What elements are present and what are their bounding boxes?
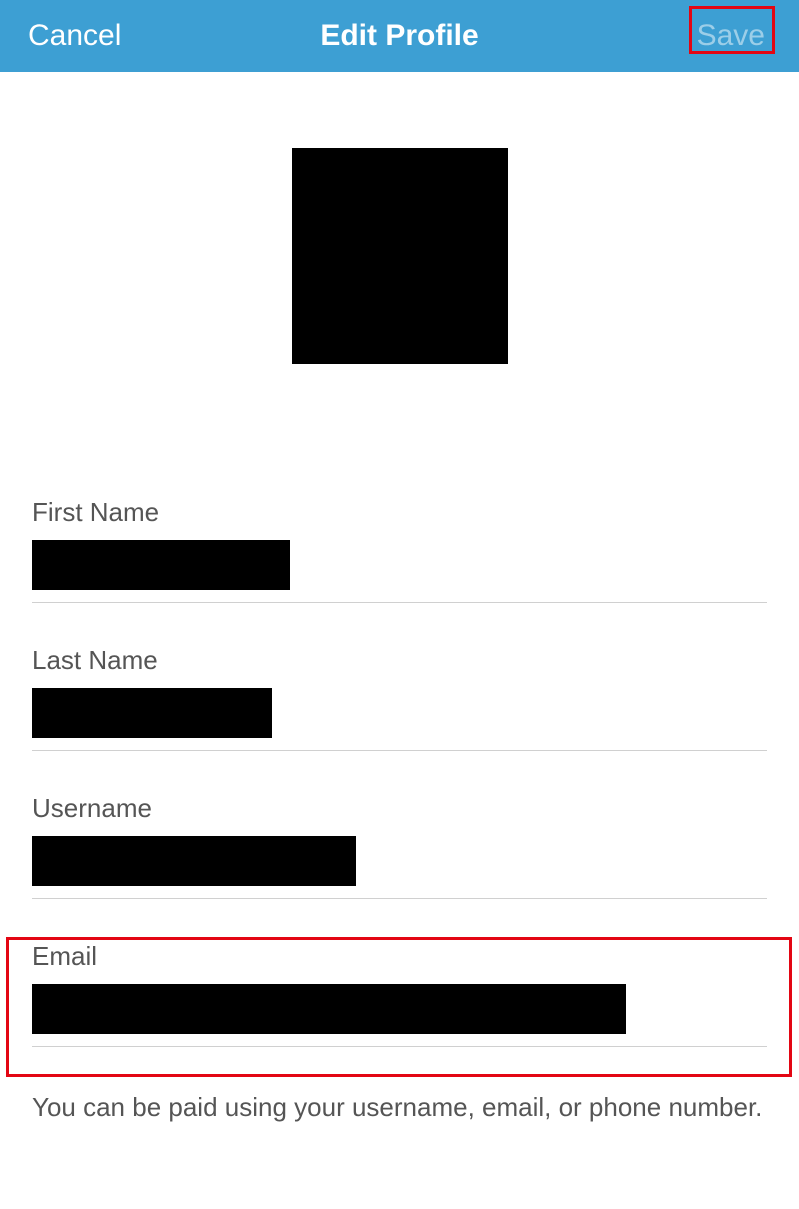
email-label: Email [32,941,767,972]
first-name-label: First Name [32,497,767,528]
avatar-section [0,72,799,369]
profile-form: First Name Last Name Username Email [0,369,799,1047]
email-input[interactable] [32,984,626,1034]
page-title: Edit Profile [320,19,478,53]
avatar-image[interactable] [292,148,508,364]
username-input[interactable] [32,836,356,886]
first-name-field: First Name [32,497,767,603]
header: Cancel Edit Profile Save [0,0,799,72]
save-button[interactable]: Save [691,17,771,55]
email-field: Email [32,941,767,1047]
username-field: Username [32,793,767,899]
last-name-input[interactable] [32,688,272,738]
username-label: Username [32,793,767,824]
last-name-field: Last Name [32,645,767,751]
help-text: You can be paid using your username, ema… [0,1089,799,1125]
cancel-button[interactable]: Cancel [28,19,121,53]
last-name-label: Last Name [32,645,767,676]
first-name-input[interactable] [32,540,290,590]
